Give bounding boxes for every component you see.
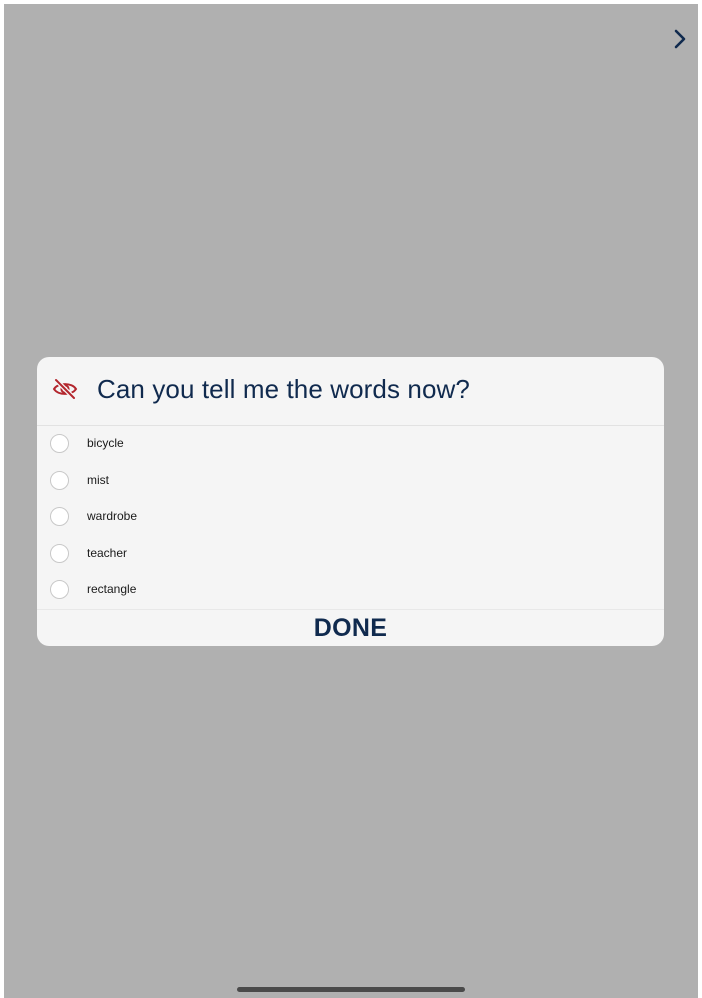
word-option-mist[interactable]: mist <box>37 463 664 500</box>
word-recall-dialog: Can you tell me the words now? bicycle m… <box>37 357 664 646</box>
eye-slash-icon <box>52 378 78 400</box>
radio-button[interactable] <box>50 580 69 600</box>
dialog-title: Can you tell me the words now? <box>97 374 470 404</box>
option-label: bicycle <box>87 436 124 450</box>
radio-button[interactable] <box>50 470 69 490</box>
radio-button[interactable] <box>50 434 69 453</box>
dialog-header: Can you tell me the words now? <box>37 357 664 426</box>
option-label: mist <box>87 472 109 487</box>
radio-button[interactable] <box>50 543 69 563</box>
radio-button[interactable] <box>50 507 69 527</box>
option-label: wardrobe <box>87 509 138 524</box>
home-indicator[interactable] <box>237 987 465 992</box>
word-option-teacher[interactable]: teacher <box>37 536 664 573</box>
option-label: teacher <box>87 545 128 560</box>
word-option-bicycle[interactable]: bicycle <box>37 426 664 463</box>
word-options-list: bicycle mist wardrobe teacher rectangle <box>37 426 664 609</box>
word-option-wardrobe[interactable]: wardrobe <box>37 499 664 536</box>
word-option-rectangle[interactable]: rectangle <box>37 572 664 609</box>
app-screen: Can you tell me the words now? bicycle m… <box>4 4 698 998</box>
done-button[interactable]: DONE <box>37 610 664 646</box>
chevron-right-icon <box>674 29 686 49</box>
next-button[interactable] <box>668 24 692 54</box>
dialog-footer: DONE <box>37 609 664 646</box>
option-label: rectangle <box>87 582 137 597</box>
